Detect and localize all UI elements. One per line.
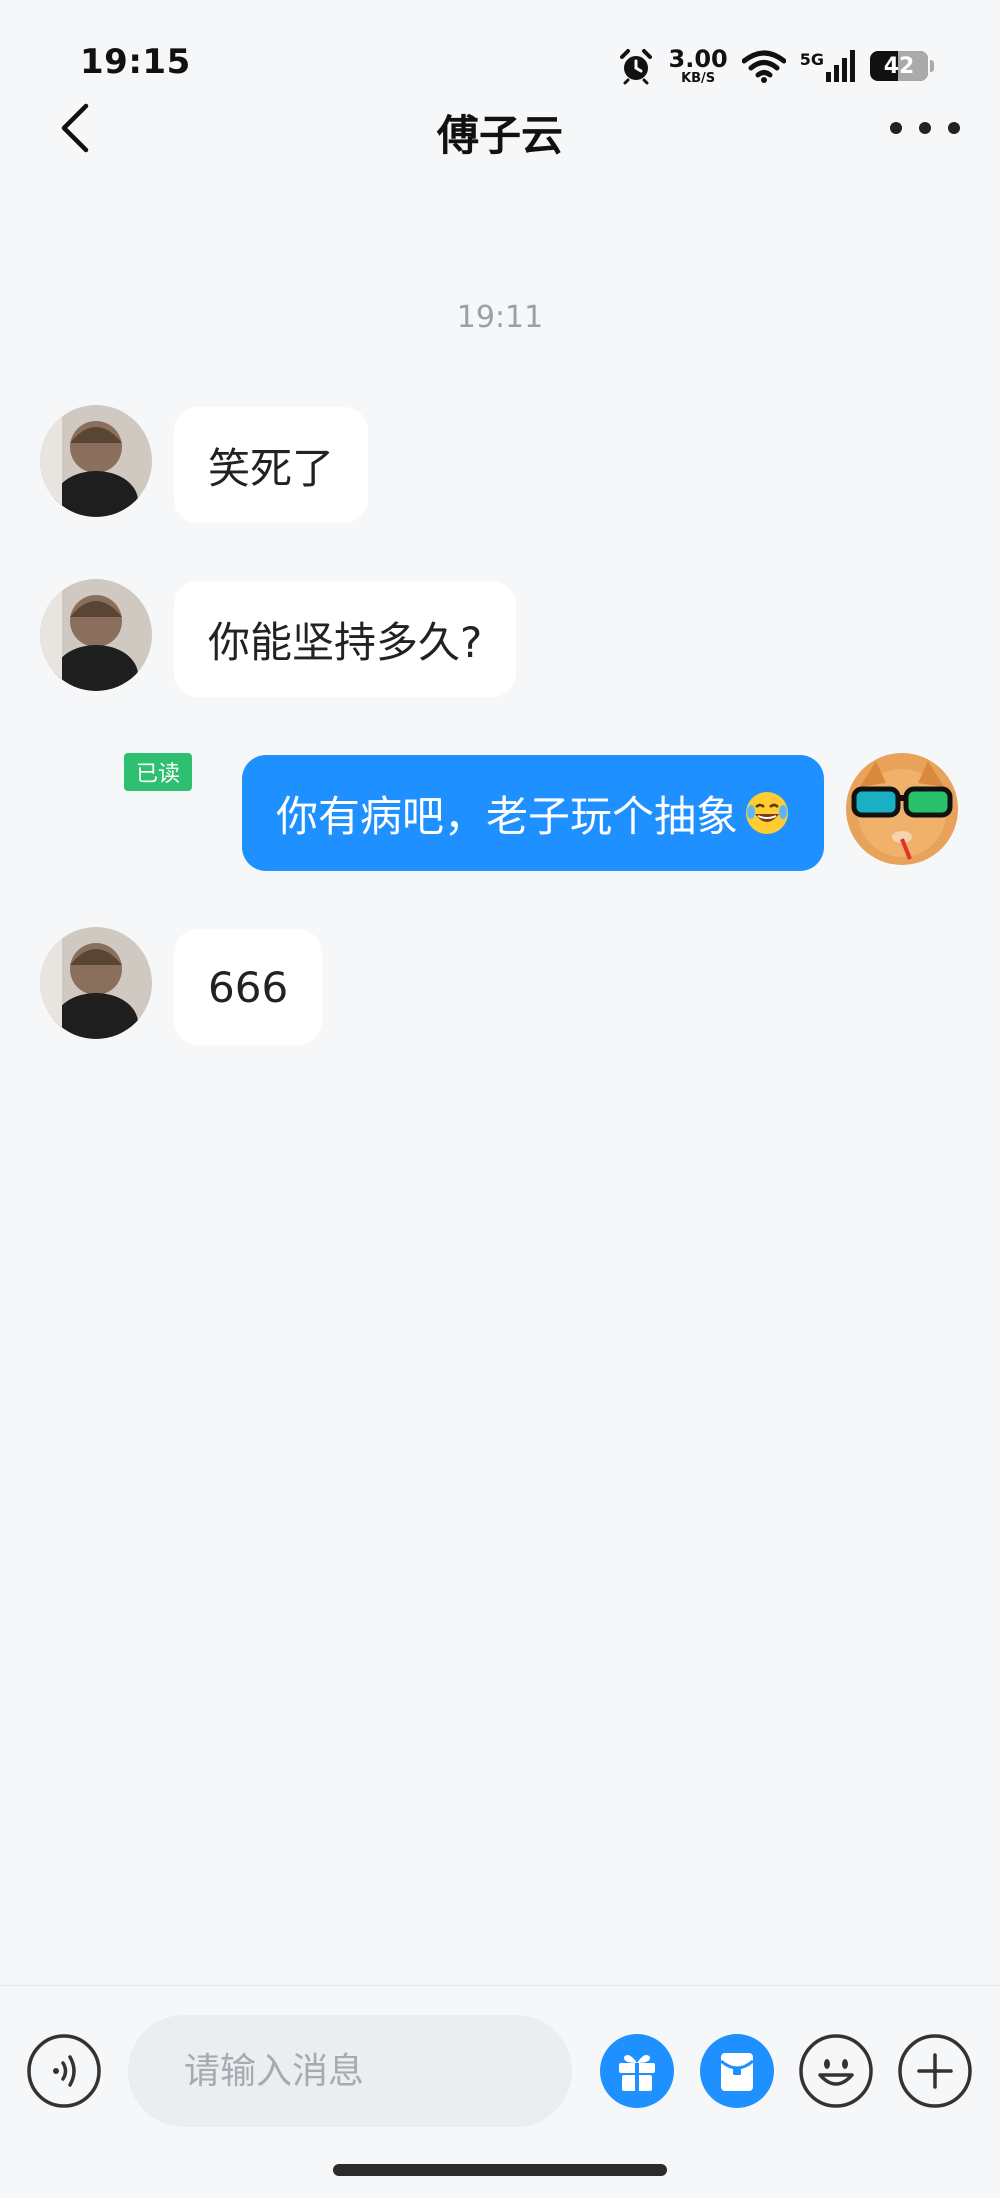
more-dot bbox=[919, 122, 931, 134]
laughing-tears-emoji-icon bbox=[746, 792, 788, 834]
message-text: 666 bbox=[208, 962, 289, 1012]
red-packet-icon bbox=[700, 2034, 774, 2108]
alarm-icon bbox=[619, 49, 652, 85]
gift-icon bbox=[600, 2034, 674, 2108]
chat-header: 傅子云 bbox=[0, 90, 1000, 170]
avatar-image bbox=[846, 753, 958, 865]
user-avatar[interactable] bbox=[846, 753, 958, 865]
signal-icon: 5G bbox=[800, 50, 856, 82]
read-status-badge: 已读 bbox=[124, 753, 192, 791]
emoji-button[interactable] bbox=[798, 2033, 874, 2109]
message-bubble-incoming[interactable]: 笑死了 bbox=[174, 407, 369, 523]
net-speed: 3.00 KB/S bbox=[669, 47, 728, 85]
message-input[interactable] bbox=[128, 2015, 572, 2127]
contact-avatar[interactable] bbox=[40, 405, 152, 517]
more-dot bbox=[890, 122, 902, 134]
message-bubble-incoming[interactable]: 666 bbox=[174, 929, 323, 1045]
contact-avatar[interactable] bbox=[40, 579, 152, 691]
avatar-image bbox=[40, 579, 152, 691]
battery-icon: 42 bbox=[870, 51, 934, 81]
home-indicator[interactable] bbox=[333, 2164, 667, 2176]
gift-button[interactable] bbox=[599, 2033, 675, 2109]
net-speed-unit: KB/S bbox=[681, 71, 716, 86]
message-text: 笑死了 bbox=[208, 443, 335, 493]
wifi-icon bbox=[741, 50, 786, 83]
net-speed-value: 3.00 bbox=[668, 45, 728, 73]
message-text: 你有病吧，老子玩个抽象 bbox=[275, 791, 738, 841]
emoji-icon bbox=[799, 2034, 873, 2108]
network-type: 5G bbox=[799, 50, 824, 69]
message-bubble-incoming[interactable]: 你能坚持多久? bbox=[174, 581, 517, 697]
red-packet-button[interactable] bbox=[699, 2033, 775, 2109]
voice-icon bbox=[27, 2034, 101, 2108]
status-icons: 3.00 KB/S 5G 42 bbox=[617, 44, 934, 88]
message-timestamp: 19:11 bbox=[456, 300, 544, 335]
avatar-image bbox=[40, 405, 152, 517]
avatar-image bbox=[40, 927, 152, 1039]
battery-level: 42 bbox=[883, 53, 915, 79]
more-actions-button[interactable] bbox=[897, 2033, 973, 2109]
more-button[interactable] bbox=[890, 108, 960, 148]
plus-icon bbox=[898, 2034, 972, 2108]
chat-title: 傅子云 bbox=[436, 111, 563, 160]
contact-avatar[interactable] bbox=[40, 927, 152, 1039]
more-dot bbox=[948, 122, 960, 134]
status-time: 19:15 bbox=[80, 42, 191, 82]
voice-button[interactable] bbox=[26, 2033, 102, 2109]
message-bubble-outgoing[interactable]: 你有病吧，老子玩个抽象 bbox=[241, 755, 824, 871]
message-text: 你能坚持多久? bbox=[208, 617, 483, 667]
